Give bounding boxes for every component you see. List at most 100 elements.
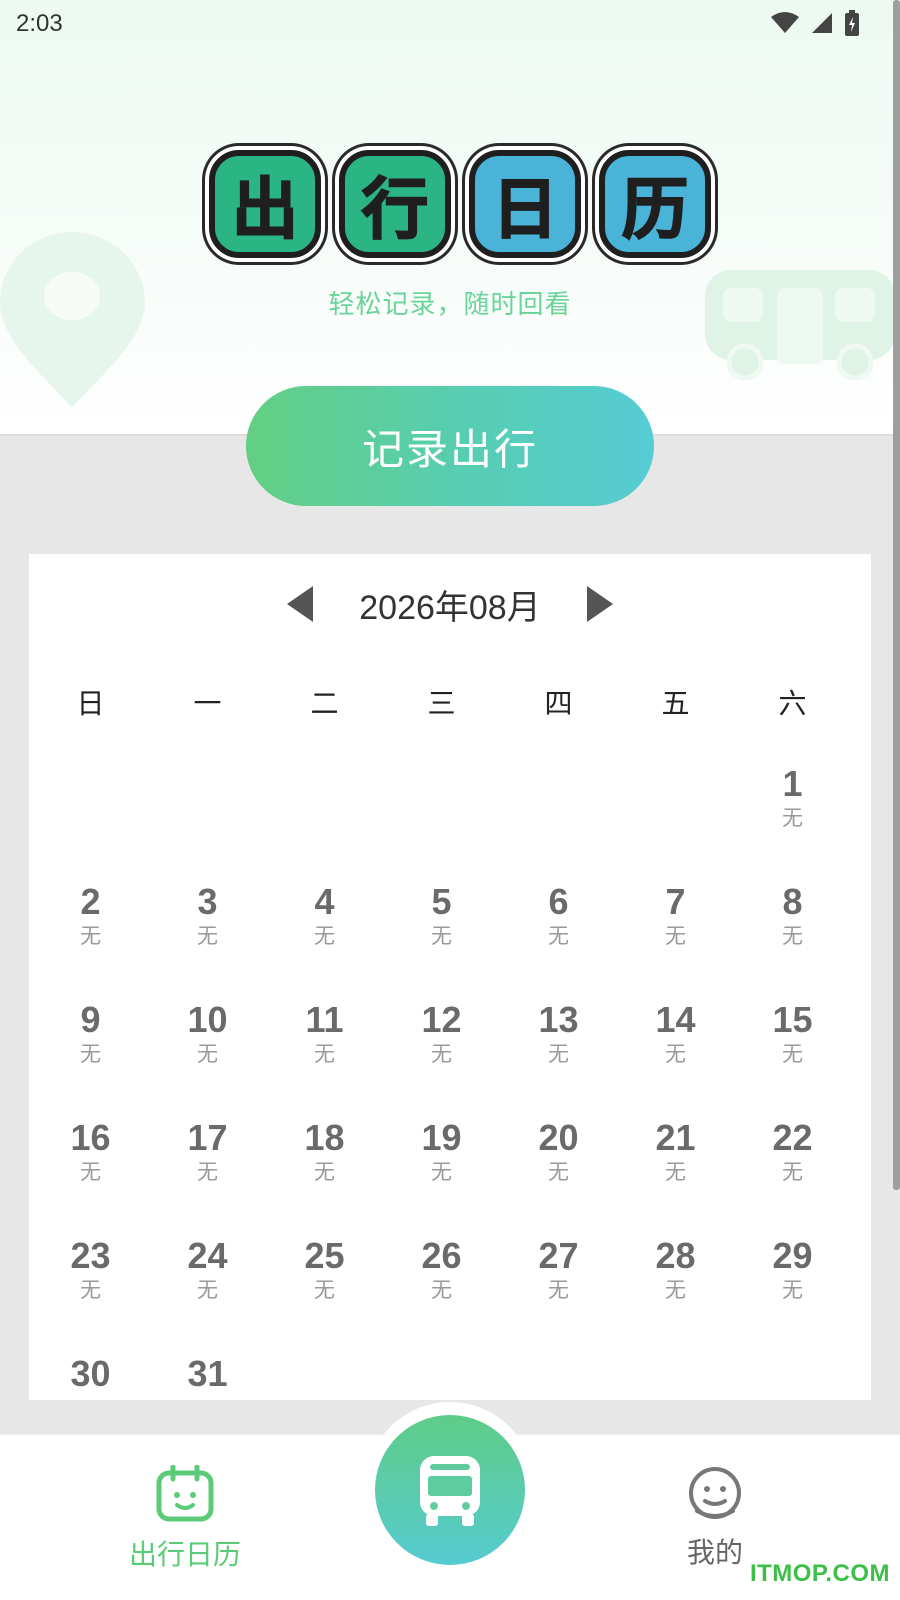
calendar-day[interactable]: 12 无 <box>382 1000 501 1068</box>
tab-travel-calendar[interactable]: 出行日历 <box>110 1464 260 1573</box>
day-number: 21 <box>655 1117 696 1158</box>
battery-icon <box>845 10 859 36</box>
day-status: 无 <box>782 1278 803 1302</box>
calendar-day[interactable]: 25 无 <box>265 1236 384 1304</box>
caret-left-icon[interactable] <box>283 584 319 624</box>
day-status: 无 <box>548 1042 569 1066</box>
day-number: 13 <box>538 999 579 1040</box>
calendar-day[interactable]: 27 无 <box>499 1236 618 1304</box>
day-status: 无 <box>197 1278 218 1302</box>
calendar-day[interactable]: 11 无 <box>265 1000 384 1068</box>
day-number: 30 <box>70 1353 111 1394</box>
weekday-label: 四 <box>544 687 573 720</box>
calendar-day[interactable]: 17 无 <box>148 1118 267 1186</box>
signal-icon <box>812 13 832 33</box>
day-number: 9 <box>80 999 101 1040</box>
calendar-day[interactable]: 30 <box>31 1354 150 1394</box>
subtitle: 轻松记录，随时回看 <box>328 290 572 320</box>
calendar-day[interactable]: 28 无 <box>616 1236 735 1304</box>
day-number: 14 <box>655 999 696 1040</box>
calendar-day[interactable]: 14 无 <box>616 1000 735 1068</box>
day-number: 28 <box>655 1235 696 1276</box>
day-status: 无 <box>782 806 803 830</box>
month-navigator: 2026年08月 <box>29 576 871 632</box>
day-number: 7 <box>665 881 686 922</box>
month-title: 2026年08月 <box>359 588 541 627</box>
day-number: 10 <box>187 999 228 1040</box>
calendar-smile-icon <box>156 1464 214 1522</box>
logo-char: 出 <box>209 150 321 258</box>
day-number: 4 <box>314 881 335 922</box>
day-number: 11 <box>305 999 344 1040</box>
weekday-header: 日 一 二 三 四 五 六 <box>29 682 871 722</box>
day-number: 19 <box>421 1117 462 1158</box>
calendar-day[interactable]: 1无 <box>733 764 852 832</box>
calendar-day[interactable]: 26 无 <box>382 1236 501 1304</box>
calendar-day[interactable]: 29 无 <box>733 1236 852 1304</box>
day-number: 26 <box>421 1235 462 1276</box>
day-status: 无 <box>431 1160 452 1184</box>
day-number: 20 <box>538 1117 579 1158</box>
calendar-card: 2026年08月 日 一 二 三 四 五 六 1无2无3无4无5无6无7无8无9… <box>29 554 871 1400</box>
day-number: 1 <box>782 763 803 804</box>
day-number: 3 <box>197 881 218 922</box>
day-status: 无 <box>431 1278 452 1302</box>
day-status: 无 <box>80 1160 101 1184</box>
weekday-label: 六 <box>778 687 807 720</box>
day-status: 无 <box>197 1042 218 1066</box>
tab-label: 出行日历 <box>128 1538 241 1571</box>
day-number: 25 <box>304 1235 345 1276</box>
logo-char: 历 <box>599 150 711 258</box>
status-icons <box>770 10 860 36</box>
day-number: 18 <box>304 1117 345 1158</box>
day-number: 15 <box>772 999 813 1040</box>
calendar-day[interactable]: 24 无 <box>148 1236 267 1304</box>
tab-mine[interactable]: 我的 <box>640 1465 790 1571</box>
day-number: 5 <box>431 881 452 922</box>
day-number: 8 <box>782 881 803 922</box>
calendar-day[interactable]: 16 无 <box>31 1118 150 1186</box>
day-number: 23 <box>70 1235 111 1276</box>
day-status: 无 <box>197 924 218 948</box>
calendar-day[interactable]: 9无 <box>31 1000 150 1068</box>
day-status: 无 <box>314 1160 335 1184</box>
logo-char: 行 <box>339 150 451 258</box>
day-status: 无 <box>665 924 686 948</box>
weekday-label: 三 <box>427 687 456 720</box>
day-status: 无 <box>665 1042 686 1066</box>
record-trip-button[interactable]: 记录出行 <box>246 386 654 506</box>
calendar-day[interactable]: 13 无 <box>499 1000 618 1068</box>
calendar-day[interactable]: 19 无 <box>382 1118 501 1186</box>
calendar-day[interactable]: 2无 <box>31 882 150 950</box>
day-status: 无 <box>197 1160 218 1184</box>
status-time: 2:03 <box>16 10 63 37</box>
calendar-day[interactable]: 20 无 <box>499 1118 618 1186</box>
weekday-label: 一 <box>193 687 222 720</box>
day-status: 无 <box>80 1042 101 1066</box>
caret-right-icon[interactable] <box>581 584 617 624</box>
calendar-day[interactable]: 6无 <box>499 882 618 950</box>
bus-fab-button[interactable] <box>375 1415 525 1565</box>
day-number: 17 <box>187 1117 228 1158</box>
day-status: 无 <box>665 1278 686 1302</box>
app-logo: 出 行 日 历 <box>200 150 720 260</box>
calendar-day[interactable]: 21 无 <box>616 1118 735 1186</box>
face-icon <box>689 1467 741 1519</box>
bus-icon <box>420 1456 480 1526</box>
calendar-day[interactable]: 22 无 <box>733 1118 852 1186</box>
calendar-day[interactable]: 23 无 <box>31 1236 150 1304</box>
calendar-day[interactable]: 5无 <box>382 882 501 950</box>
day-status: 无 <box>314 1042 335 1066</box>
calendar-day[interactable]: 10 无 <box>148 1000 267 1068</box>
day-status: 无 <box>782 1160 803 1184</box>
calendar-day[interactable]: 18 无 <box>265 1118 384 1186</box>
scrollbar[interactable] <box>893 0 900 1190</box>
calendar-day[interactable]: 3无 <box>148 882 267 950</box>
day-status: 无 <box>80 1278 101 1302</box>
calendar-day[interactable]: 15 无 <box>733 1000 852 1068</box>
calendar-day[interactable]: 8无 <box>733 882 852 950</box>
day-number: 24 <box>187 1235 228 1276</box>
calendar-day[interactable]: 4无 <box>265 882 384 950</box>
calendar-day[interactable]: 31 <box>148 1354 267 1394</box>
calendar-day[interactable]: 7无 <box>616 882 735 950</box>
